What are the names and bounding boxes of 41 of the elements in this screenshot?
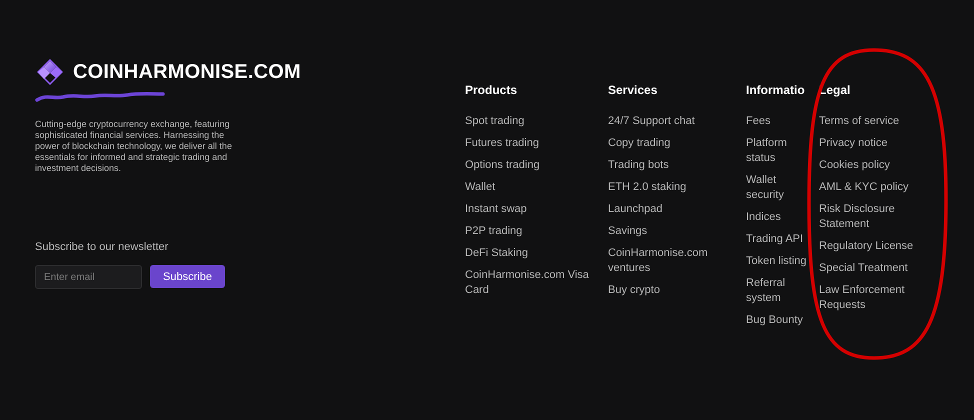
footer-link[interactable]: Spot trading	[465, 114, 608, 129]
footer-link[interactable]: Indices	[746, 210, 819, 225]
newsletter-label: Subscribe to our newsletter	[35, 241, 170, 253]
footer-link[interactable]: Referral system	[746, 276, 819, 306]
footer-link[interactable]: Buy crypto	[608, 283, 746, 298]
footer-link[interactable]: ETH 2.0 staking	[608, 180, 746, 195]
footer-link[interactable]: 24/7 Support chat	[608, 114, 746, 129]
footer-link[interactable]: AML & KYC policy	[819, 180, 939, 195]
footer-link[interactable]: Savings	[608, 224, 746, 239]
footer-link[interactable]: P2P trading	[465, 224, 608, 239]
footer-link[interactable]: Fees	[746, 114, 819, 129]
footer-link[interactable]: Wallet security	[746, 173, 819, 203]
brand-name: COINHARMONISE.COM	[73, 60, 301, 84]
footer-link[interactable]: Cookies policy	[819, 158, 939, 173]
footer-link[interactable]: DeFi Staking	[465, 246, 608, 261]
subscribe-button[interactable]: Subscribe	[150, 265, 225, 288]
footer-link[interactable]: Platform status	[746, 136, 819, 166]
footer-link[interactable]: Law Enforcement Requests	[819, 283, 939, 313]
column-heading: Products	[465, 83, 518, 97]
footer-link[interactable]: Special Treatment	[819, 261, 939, 276]
footer-link[interactable]: Bug Bounty	[746, 313, 819, 328]
footer-link[interactable]: Futures trading	[465, 136, 608, 151]
footer-link[interactable]: Regulatory License	[819, 239, 939, 254]
footer-link[interactable]: Copy trading	[608, 136, 746, 151]
column-heading: Services	[608, 83, 658, 97]
footer-link[interactable]: Trading bots	[608, 158, 746, 173]
footer-link[interactable]: Wallet	[465, 180, 608, 195]
footer-link[interactable]: Instant swap	[465, 202, 608, 217]
footer-link[interactable]: Trading API	[746, 232, 819, 247]
footer-link[interactable]: Privacy notice	[819, 136, 939, 151]
footer-link[interactable]: Risk Disclosure Statement	[819, 202, 939, 232]
footer-link[interactable]: Terms of service	[819, 114, 939, 129]
footer-link[interactable]: Launchpad	[608, 202, 746, 217]
footer-link[interactable]: CoinHarmonise.com Visa Card	[465, 268, 608, 298]
footer-link[interactable]: Options trading	[465, 158, 608, 173]
email-field[interactable]: Enter email	[35, 265, 142, 289]
footer-link[interactable]: CoinHarmonise.com ventures	[608, 246, 746, 276]
column-heading: Informatio	[746, 83, 806, 97]
footer-link[interactable]: Token listing	[746, 254, 819, 269]
brand-description: Cutting-edge cryptocurrency exchange, featuring sophisticated financial services. Harnessing the power of blockchain technology, we deliver all the essentials for informed and strategic trading and investment decisions.	[35, 119, 233, 174]
diamond-logo-icon	[37, 59, 63, 85]
